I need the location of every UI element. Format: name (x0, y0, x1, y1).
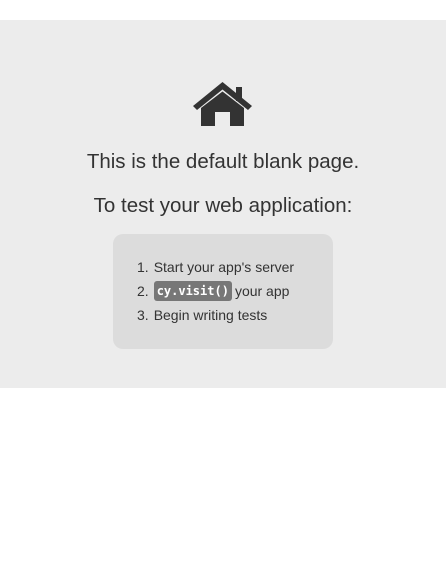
code-snippet: cy.visit() (153, 281, 232, 302)
step-text: Start your app's server (153, 259, 295, 275)
step-item-1: 1. Start your app's server (137, 258, 294, 282)
blank-page-panel: This is the default blank page. To test … (0, 20, 446, 388)
page-heading: This is the default blank page. (86, 150, 360, 173)
home-icon (192, 80, 253, 128)
step-item-2: 2. cy.visit() your app (137, 281, 294, 306)
step-text: your app (234, 283, 290, 299)
steps-list: 1. Start your app's server 2. cy.visit() yo… (137, 258, 294, 330)
step-number: 2. (137, 283, 149, 299)
step-item-3: 3. Begin writing tests (137, 306, 294, 330)
page-subheading: To test your web application: (93, 194, 353, 217)
step-text: Begin writing tests (153, 307, 268, 323)
steps-box: 1. Start your app's server 2. cy.visit() yo… (113, 234, 333, 349)
step-number: 1. (137, 259, 149, 275)
step-number: 3. (137, 307, 149, 323)
